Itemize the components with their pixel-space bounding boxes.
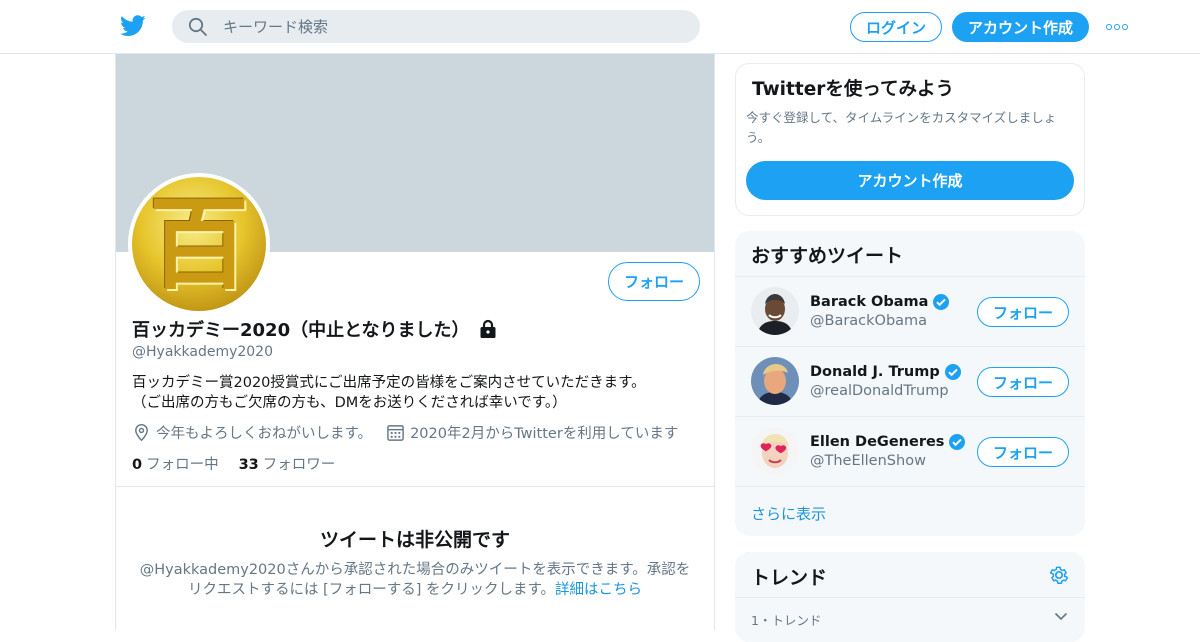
- recommended-accounts-card: おすすめツイート Barack Obama @BarackObama フォロー: [735, 231, 1085, 536]
- avatar[interactable]: [751, 357, 799, 405]
- profile-name: 百ッカデミー2020（中止となりました）: [132, 320, 470, 341]
- profile-handle: @Hyakkademy2020: [132, 344, 273, 360]
- login-button[interactable]: ログイン: [850, 12, 942, 42]
- private-tweets-description: @Hyakkademy2020さんから承認された場合のみツイートを表示できます。…: [136, 560, 694, 600]
- recommended-name-text: Donald J. Trump: [810, 364, 940, 380]
- top-navigation-bar: ログイン アカウント作成: [0, 0, 1200, 54]
- follow-button[interactable]: フォロー: [977, 297, 1069, 327]
- profile-name-row: 百ッカデミー2020（中止となりました）: [132, 316, 498, 342]
- follow-button[interactable]: フォロー: [608, 262, 700, 301]
- followers-label: フォロワー: [262, 457, 336, 473]
- search-box[interactable]: [172, 10, 700, 43]
- recommended-handle: @TheEllenShow: [810, 453, 926, 469]
- bio-line-1: 百ッカデミー賞2020授賞式にご出席予定の皆様をご案内させていただきます。: [132, 375, 646, 391]
- followers-count: 33: [238, 457, 259, 473]
- chevron-down-icon[interactable]: [1053, 608, 1069, 624]
- trends-card: トレンド 1・トレンド: [735, 552, 1085, 642]
- signup-button[interactable]: アカウント作成: [952, 12, 1089, 42]
- avatar-glyph: 百: [149, 185, 249, 303]
- recommended-name[interactable]: Ellen DeGeneres: [810, 433, 966, 451]
- profile-column: 百 フォロー 百ッカデミー2020（中止となりました） @Hyakkademy2…: [115, 54, 715, 630]
- profile-joined-date: 2020年2月からTwitterを利用しています: [410, 426, 679, 442]
- trend-item-label[interactable]: 1・トレンド: [751, 610, 821, 629]
- avatar[interactable]: [751, 427, 799, 475]
- verified-badge-icon: [933, 294, 950, 310]
- recommended-item[interactable]: Barack Obama @BarackObama フォロー: [735, 277, 1085, 347]
- followers-stat[interactable]: 33 フォロワー: [239, 453, 336, 474]
- follow-button[interactable]: フォロー: [977, 437, 1069, 467]
- private-tweets-title: ツイートは非公開です: [319, 529, 510, 551]
- recommended-item[interactable]: Donald J. Trump @realDonaldTrump フォロー: [735, 347, 1085, 417]
- following-stat[interactable]: 0 フォロー中: [132, 453, 219, 474]
- following-label: フォロー中: [146, 457, 219, 473]
- lock-icon: [480, 319, 496, 338]
- search-input[interactable]: [223, 17, 663, 36]
- recommended-name-text: Ellen DeGeneres: [810, 434, 945, 450]
- following-count: 0: [132, 457, 143, 473]
- profile-location: 今年もよろしくおねがいします。: [156, 426, 373, 442]
- calendar-icon: [387, 425, 404, 441]
- bio-line-2: （ご出席の方もご欠席の方も、DMをお送りくだされば幸いです。）: [132, 395, 567, 411]
- recommended-handle: @realDonaldTrump: [810, 383, 949, 399]
- verified-badge-icon: [949, 434, 966, 450]
- verified-badge-icon: [944, 364, 961, 380]
- recommended-handle: @BarackObama: [810, 313, 928, 329]
- profile-bio: 百ッカデミー賞2020授賞式にご出席予定の皆様をご案内させていただきます。 （ご…: [132, 373, 702, 413]
- follow-button[interactable]: フォロー: [977, 367, 1069, 397]
- learn-more-link[interactable]: 詳細はこちら: [555, 582, 642, 598]
- profile-avatar[interactable]: 百: [128, 173, 270, 315]
- avatar[interactable]: [751, 287, 799, 335]
- search-icon: [188, 17, 207, 36]
- show-more-link[interactable]: さらに表示: [751, 503, 826, 524]
- gear-icon[interactable]: [1048, 564, 1070, 586]
- recommended-item[interactable]: Ellen DeGeneres @TheEllenShow フォロー: [735, 417, 1085, 487]
- promo-title: Twitterを使ってみよう: [752, 79, 954, 100]
- signup-promo-card: Twitterを使ってみよう 今すぐ登録して、タイムラインをカスタマイズしましょ…: [735, 63, 1085, 216]
- more-menu-icon[interactable]: [1106, 18, 1130, 36]
- trends-title: トレンド: [751, 567, 828, 589]
- recommended-name[interactable]: Donald J. Trump: [810, 363, 962, 381]
- gold-medal-image: 百: [132, 177, 266, 311]
- location-pin-icon: [135, 423, 148, 442]
- recommended-name-text: Barack Obama: [810, 294, 929, 310]
- recommended-title: おすすめツイート: [751, 245, 904, 267]
- profile-divider: [116, 486, 714, 487]
- twitter-bird-icon[interactable]: [120, 14, 146, 38]
- promo-signup-button[interactable]: アカウント作成: [746, 161, 1074, 200]
- recommended-name[interactable]: Barack Obama: [810, 293, 950, 311]
- promo-description: 今すぐ登録して、タイムラインをカスタマイズしましょう。: [746, 110, 1057, 145]
- profile-stats: 0 フォロー中 33 フォロワー: [132, 453, 335, 474]
- profile-meta: 今年もよろしくおねがいします。 2020年2月からTwitterを利用しています: [132, 422, 678, 443]
